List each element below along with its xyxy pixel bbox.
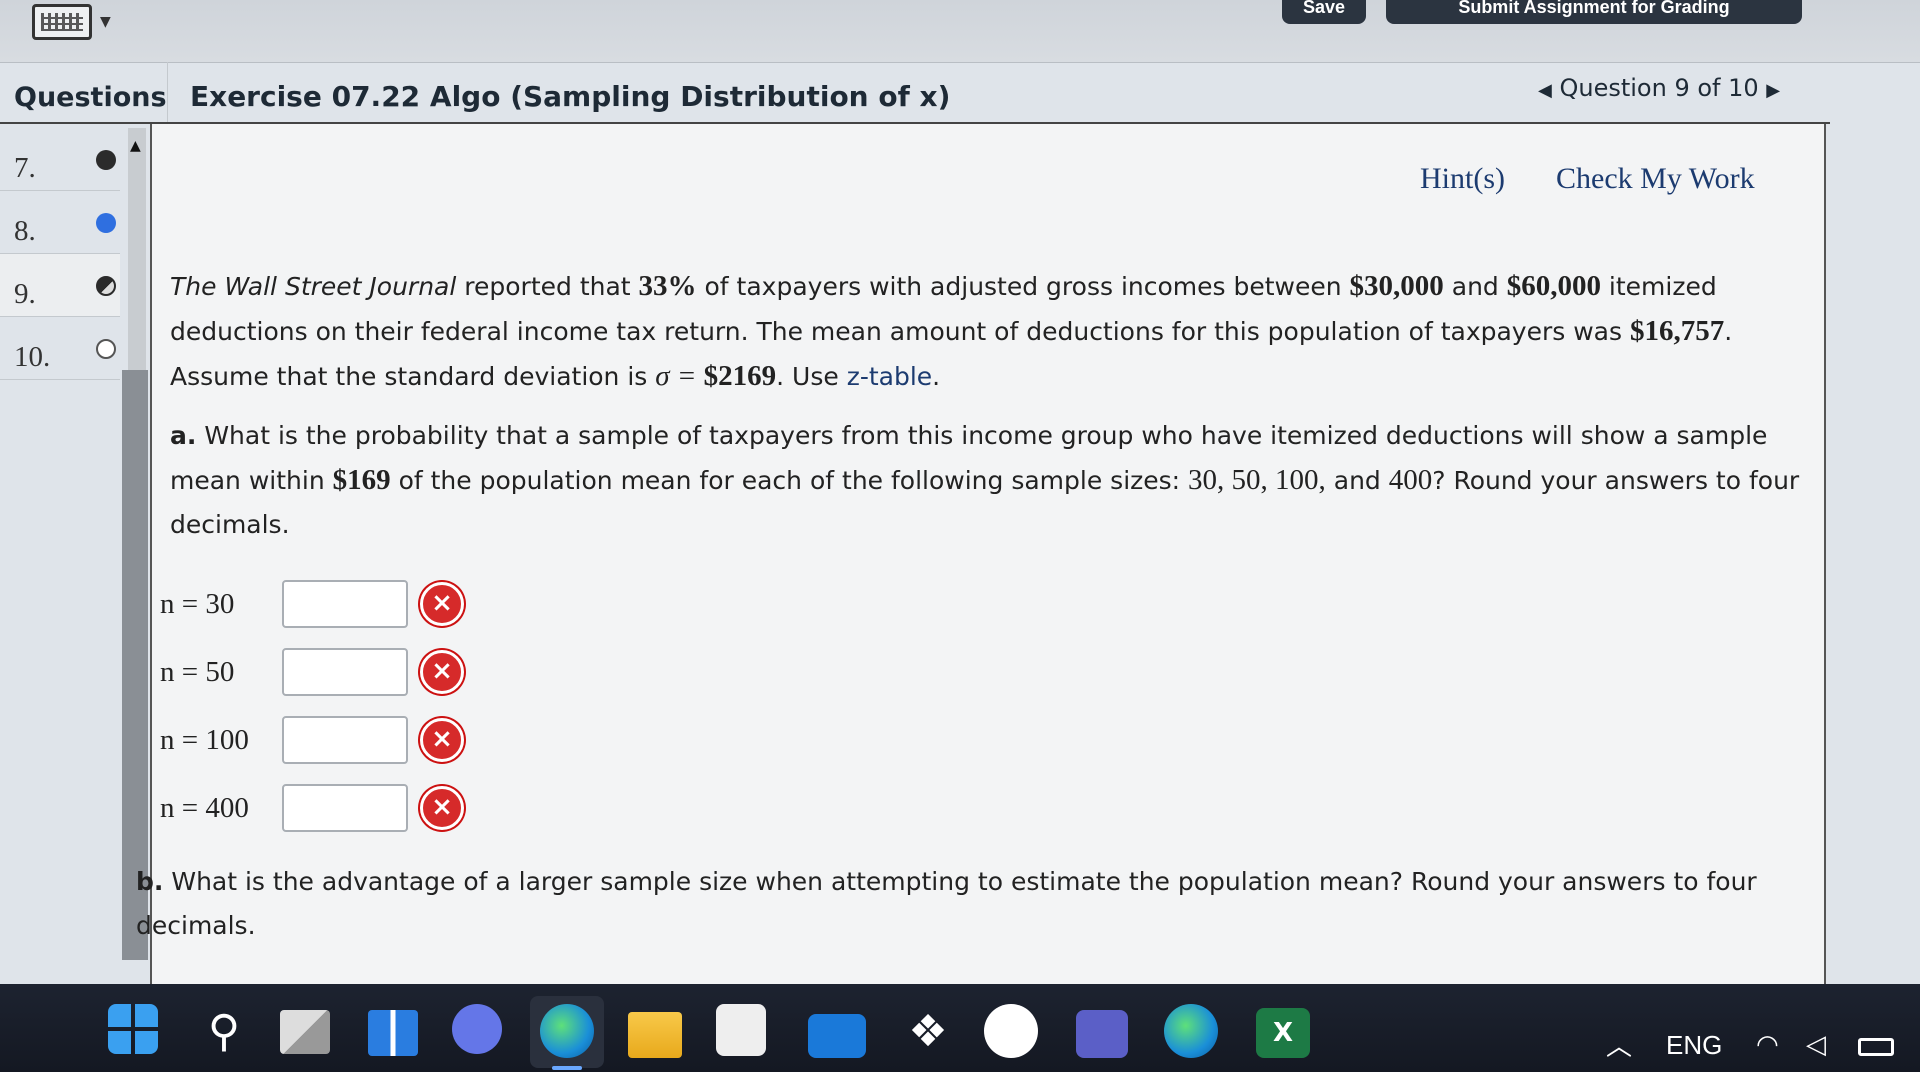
answer-label: n = 30	[160, 588, 235, 620]
completed-status-icon	[96, 150, 116, 170]
question-position: Question 9 of 10	[1559, 74, 1759, 102]
answer-input-n30[interactable]	[282, 580, 408, 628]
teams-icon[interactable]	[1076, 1010, 1128, 1058]
question-number: 10.	[14, 341, 51, 373]
answer-label: n = 400	[160, 792, 249, 824]
question-item-9[interactable]: 9.	[0, 254, 120, 317]
answer-input-n50[interactable]	[282, 648, 408, 696]
part-b-question: b. What is the advantage of a larger sam…	[136, 867, 1757, 940]
store-icon[interactable]	[716, 1004, 766, 1056]
question-item-10[interactable]: 10.	[0, 317, 120, 380]
edge-dev-icon[interactable]	[1164, 1004, 1218, 1058]
z-table-link[interactable]: z-table	[847, 362, 932, 391]
incorrect-icon: ×	[420, 650, 464, 694]
hints-link[interactable]: Hint(s)	[1420, 162, 1505, 196]
check-my-work-link[interactable]: Check My Work	[1556, 162, 1755, 196]
dropbox-icon[interactable]: ❖	[900, 1004, 956, 1060]
incorrect-icon: ×	[420, 582, 464, 626]
active-app-indicator	[552, 1066, 582, 1070]
task-view-icon[interactable]	[280, 1010, 330, 1054]
submit-assignment-button[interactable]: Submit Assignment for Grading	[1386, 0, 1802, 24]
search-icon[interactable]: ⚲	[196, 1004, 252, 1060]
questions-header: Questions	[0, 62, 168, 122]
mail-icon[interactable]	[808, 1014, 866, 1058]
answer-input-n400[interactable]	[282, 784, 408, 832]
file-explorer-icon[interactable]	[628, 1012, 682, 1058]
incorrect-icon: ×	[420, 786, 464, 830]
battery-icon[interactable]	[1858, 1038, 1894, 1056]
question-panel	[150, 124, 1826, 984]
language-indicator[interactable]: ENG	[1666, 1030, 1722, 1061]
scroll-up-icon[interactable]: ▲	[130, 138, 141, 154]
top-toolbar: ▼ Save Submit Assignment for Grading	[0, 0, 1920, 63]
chat-icon[interactable]	[452, 1004, 502, 1054]
prev-question-icon[interactable]: ◀	[1538, 80, 1552, 101]
windows-icon[interactable]	[108, 1004, 158, 1054]
question-list: 7. 8. 9. 10.	[0, 128, 120, 380]
edge-icon[interactable]	[540, 1004, 594, 1058]
question-number: 9.	[14, 278, 36, 310]
excel-icon[interactable]: X	[1256, 1008, 1310, 1058]
answer-label: n = 50	[160, 656, 235, 688]
part-a-question: a. What is the probability that a sample…	[170, 421, 1800, 539]
problem-statement: The Wall Street Journal reported that 33…	[170, 270, 1733, 392]
incorrect-icon: ×	[420, 718, 464, 762]
question-item-8[interactable]: 8.	[0, 191, 120, 254]
question-navigator[interactable]: ◀ Question 9 of 10 ▶	[1538, 74, 1780, 102]
answer-input-n100[interactable]	[282, 716, 408, 764]
answer-label: n = 100	[160, 724, 249, 756]
chevron-down-icon[interactable]: ▼	[100, 14, 111, 30]
wifi-icon[interactable]: ◠	[1756, 1030, 1779, 1060]
keyboard-icon[interactable]	[32, 4, 92, 40]
question-number: 7.	[14, 152, 36, 184]
lens-icon[interactable]	[984, 1004, 1038, 1058]
unanswered-status-icon	[96, 339, 116, 359]
question-item-7[interactable]: 7.	[0, 128, 120, 191]
question-number: 8.	[14, 215, 36, 247]
partial-status-icon	[96, 276, 116, 296]
exercise-title: Exercise 07.22 Algo (Sampling Distributi…	[190, 80, 951, 113]
volume-icon[interactable]: ◁	[1806, 1030, 1826, 1060]
current-status-icon	[96, 213, 116, 233]
widgets-icon[interactable]	[368, 1010, 418, 1056]
chevron-up-icon[interactable]: ︿	[1606, 1026, 1632, 1063]
save-button[interactable]: Save	[1282, 0, 1366, 24]
next-question-icon[interactable]: ▶	[1766, 80, 1780, 101]
